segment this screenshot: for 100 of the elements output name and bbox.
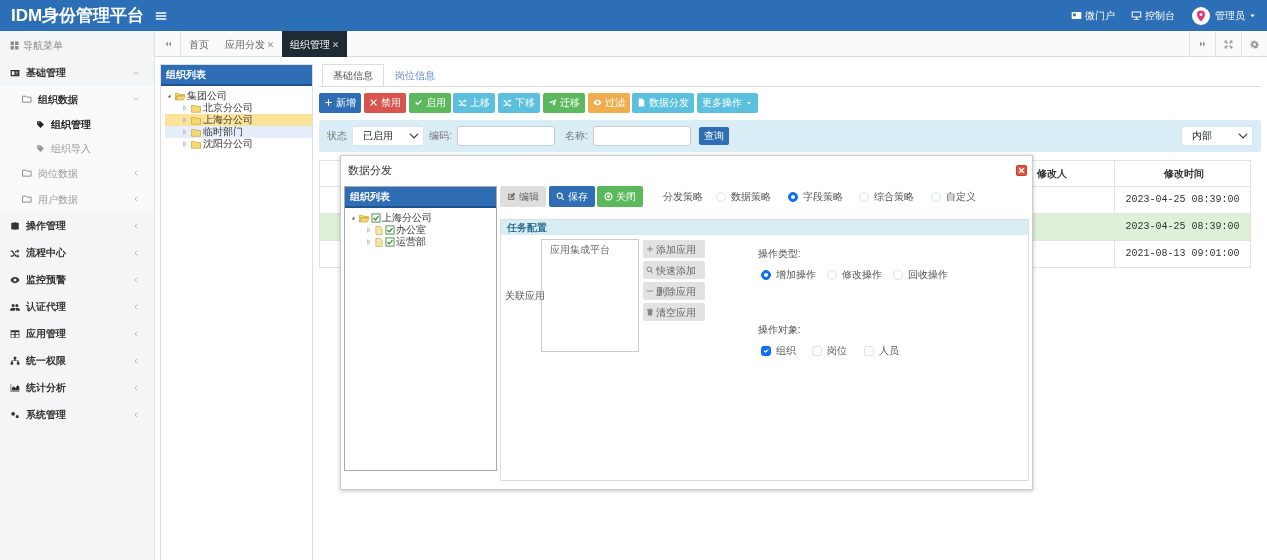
tree-node[interactable]: 办公室 <box>349 224 496 236</box>
menu-icon[interactable] <box>155 9 167 22</box>
sidebar-item[interactable]: 系统管理 <box>0 401 154 428</box>
checkbox-label[interactable]: 岗位 <box>827 343 847 358</box>
tab[interactable]: 岗位信息 <box>383 64 446 86</box>
search-icon <box>645 266 654 274</box>
header-link[interactable]: 微门户 <box>1070 8 1115 23</box>
card-icon <box>1070 10 1082 21</box>
sidebar-item[interactable]: 统计分析 <box>0 374 154 401</box>
list-item[interactable]: 应用集成平台 <box>549 242 630 257</box>
expand-icon <box>1224 39 1233 49</box>
panel-header: 组织列表 <box>345 187 496 208</box>
sidebar-item[interactable]: 统一权限 <box>0 347 154 374</box>
toolbar-button[interactable]: 禁用 <box>363 92 406 113</box>
tree-node[interactable]: 运营部 <box>349 236 496 248</box>
monitor-icon <box>1131 10 1142 21</box>
collapsed-icon[interactable] <box>181 128 189 136</box>
dialog-button[interactable]: 保存 <box>548 186 595 207</box>
collapsed-icon[interactable] <box>181 104 189 112</box>
tree-node[interactable]: 临时部门 <box>165 126 312 138</box>
panel-header: 任务配置 <box>500 220 1028 235</box>
id-card-icon <box>10 67 20 78</box>
tree-node[interactable]: 上海分公司 <box>349 212 496 224</box>
tree-node[interactable]: 北京分公司 <box>165 102 312 114</box>
radio-button[interactable] <box>760 269 771 280</box>
target-icon <box>604 192 614 201</box>
page-tab[interactable]: 组织管理 <box>282 31 347 57</box>
sidebar-header: 导航菜单 <box>23 38 63 53</box>
radio-label[interactable]: 自定义 <box>945 189 976 204</box>
document-icon <box>374 236 384 248</box>
tag-icon <box>36 119 45 129</box>
collapsed-icon[interactable] <box>181 140 189 148</box>
checkbox-icon[interactable] <box>385 237 395 247</box>
field-label: 名称: <box>565 129 589 143</box>
folder-outline-icon <box>22 194 32 204</box>
folder-outline-icon <box>22 94 32 104</box>
sidebar-item[interactable]: 组织管理 <box>0 112 154 136</box>
sidebar-item[interactable]: 流程中心 <box>0 239 154 266</box>
tab[interactable]: 基础信息 <box>321 64 384 86</box>
radio-label[interactable]: 字段策略 <box>802 189 843 204</box>
document-icon <box>637 98 647 107</box>
table-cell: 2023-04-25 08:39:00 <box>1114 213 1251 240</box>
collapsed-icon[interactable] <box>365 238 373 246</box>
status-select[interactable]: 已启用 <box>352 125 424 146</box>
folder-icon <box>174 90 186 102</box>
search-button[interactable]: 查询 <box>698 126 729 145</box>
header-link[interactable]: 控制台 <box>1131 8 1175 23</box>
sidebar-item[interactable]: 组织数据 <box>0 86 154 112</box>
close-icon[interactable] <box>1016 164 1027 176</box>
close-icon[interactable] <box>332 40 339 48</box>
expanded-icon[interactable] <box>349 214 357 222</box>
sidebar-item[interactable]: 应用管理 <box>0 320 154 347</box>
grid-icon <box>10 40 19 50</box>
avatar-icon[interactable] <box>1191 6 1210 25</box>
radio-label[interactable]: 回收操作 <box>907 267 948 282</box>
sidebar-item[interactable]: 基础管理 <box>0 59 154 86</box>
column-header[interactable]: 修改时间 <box>1114 160 1251 186</box>
users-icon <box>10 301 20 312</box>
checkbox-label[interactable]: 组织 <box>775 343 796 358</box>
field-label: 分发策略 <box>662 190 703 204</box>
radio-label[interactable]: 数据策略 <box>731 189 772 204</box>
checkbox-icon[interactable] <box>385 225 395 235</box>
tree-node[interactable]: 集团公司 <box>165 90 312 102</box>
shuffle-icon <box>458 98 468 107</box>
tree-node[interactable]: 沈阳分公司 <box>165 138 312 150</box>
chart-icon <box>10 382 20 393</box>
page-tab[interactable]: 首页 <box>181 31 217 57</box>
sidebar-item[interactable]: 监控预警 <box>0 266 154 293</box>
toolbar-button[interactable]: 新增 <box>319 92 361 113</box>
radio-label[interactable]: 修改操作 <box>841 267 882 282</box>
sidebar-item[interactable]: 认证代理 <box>0 293 154 320</box>
table-icon <box>10 328 20 339</box>
eye-icon <box>10 274 20 285</box>
page-tab[interactable]: 应用分发 <box>217 31 282 57</box>
radio-button[interactable] <box>787 191 798 202</box>
user-menu[interactable]: 管理员 <box>1215 8 1257 23</box>
scope-select[interactable]: 内部 <box>1181 125 1253 146</box>
sidebar-item[interactable]: 操作管理 <box>0 212 154 239</box>
double-left-icon <box>163 40 172 48</box>
edit-icon <box>506 192 516 201</box>
code-input[interactable] <box>456 125 555 146</box>
folder-icon <box>358 212 370 224</box>
collapsed-icon[interactable] <box>181 116 189 124</box>
tag-icon <box>36 143 45 153</box>
expanded-icon[interactable] <box>165 92 173 100</box>
shuffle-icon <box>10 247 20 258</box>
eye-icon <box>592 98 602 107</box>
radio-label[interactable]: 综合策略 <box>874 189 915 204</box>
name-input[interactable] <box>593 125 692 146</box>
collapsed-icon[interactable] <box>365 226 373 234</box>
plus-icon <box>645 245 654 253</box>
shuffle-icon <box>503 98 512 107</box>
checkbox[interactable] <box>760 345 771 356</box>
tree-node[interactable]: 上海分公司 <box>165 114 312 126</box>
checkbox-icon[interactable] <box>371 213 381 223</box>
checkbox-label[interactable]: 人员 <box>878 343 899 358</box>
trash-icon <box>645 308 654 316</box>
document-icon <box>374 224 384 236</box>
radio-label[interactable]: 增加操作 <box>775 267 816 282</box>
search-icon <box>555 192 565 201</box>
